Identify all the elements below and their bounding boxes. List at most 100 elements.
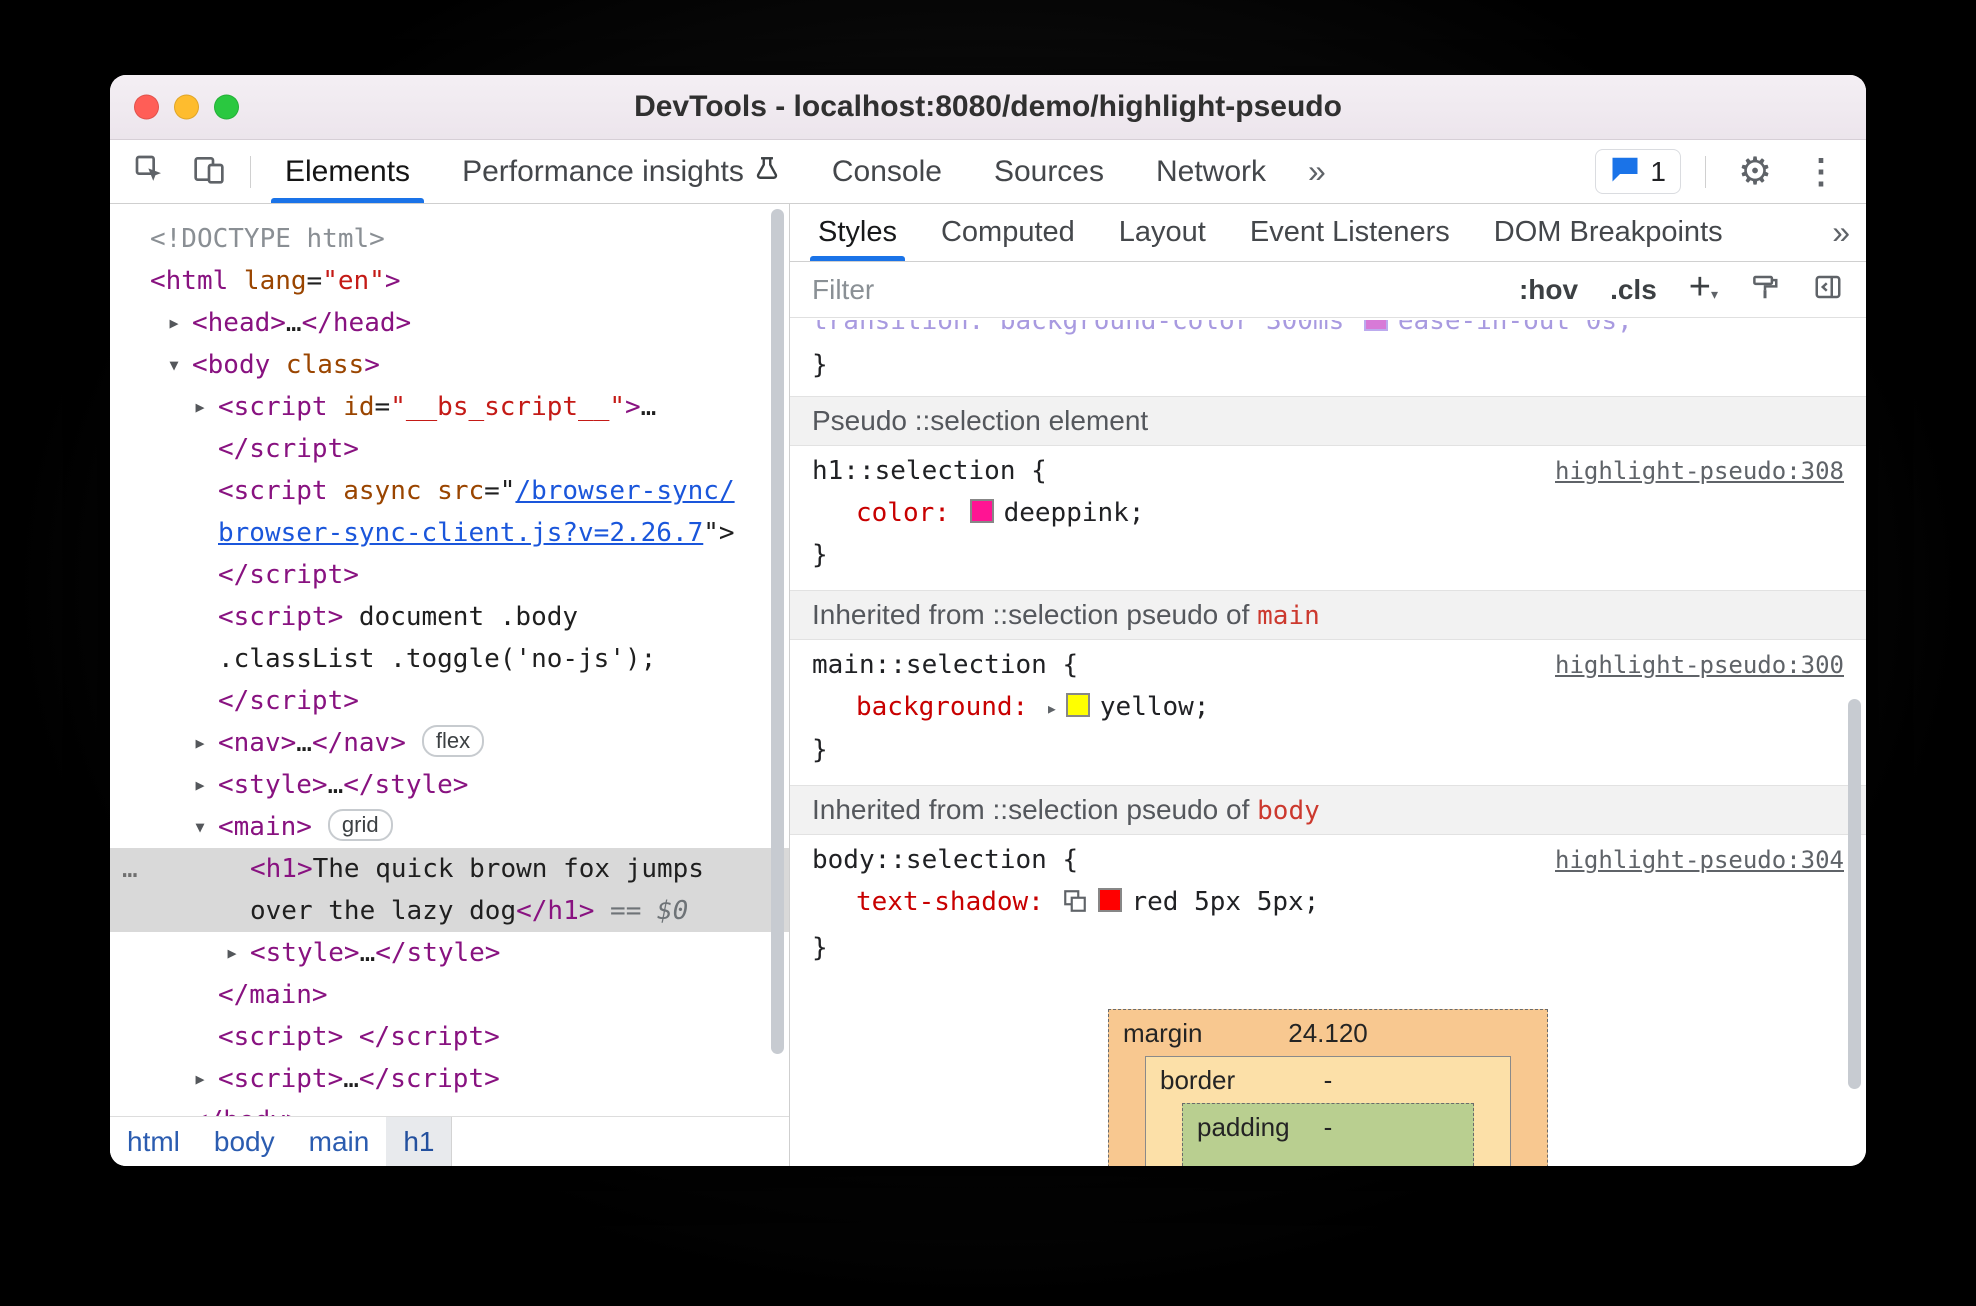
collapse-arrow-icon[interactable]: ▼ [186, 806, 214, 848]
code-plain: = [374, 392, 391, 422]
layout-badge-grid[interactable]: grid [327, 809, 393, 841]
close-button[interactable] [134, 94, 159, 120]
expand-arrow-icon[interactable]: ▶ [160, 302, 188, 344]
expand-arrow-icon[interactable]: ▶ [186, 764, 214, 806]
box-model-padding[interactable]: padding - [1182, 1103, 1474, 1166]
stylesheet-source-link[interactable]: highlight-pseudo:304 [1555, 839, 1844, 881]
layout-badge-flex[interactable]: flex [421, 725, 485, 757]
inspect-element-button[interactable] [124, 149, 174, 195]
tab-network[interactable]: Network [1130, 140, 1292, 203]
css-declaration[interactable]: background: ▸ yellow; [812, 686, 1844, 729]
box-model-content[interactable] [1183, 1150, 1473, 1166]
code-tag: <script> [218, 602, 344, 632]
stylesheet-source-link[interactable]: highlight-pseudo:300 [1555, 644, 1844, 686]
dom-node[interactable]: </body> [110, 1100, 789, 1116]
tab-computed[interactable]: Computed [919, 204, 1097, 261]
margin-top-value[interactable]: 24.120 [1288, 1018, 1368, 1049]
box-model-border[interactable]: border - padding - [1145, 1056, 1511, 1166]
tab-layout[interactable]: Layout [1097, 204, 1228, 261]
border-top-value[interactable]: - [1324, 1065, 1333, 1096]
node-options-dots[interactable]: … [122, 848, 140, 890]
main-menu-button[interactable]: ⋮ [1796, 149, 1846, 195]
gear-icon: ⚙ [1737, 150, 1773, 193]
dom-node[interactable]: <script async src="/browser-sync/browser… [110, 470, 789, 554]
dom-node[interactable]: ▶ <nav>…</nav> flex [110, 722, 789, 764]
css-property-name[interactable]: background: [856, 692, 1028, 722]
styles-scrollbar[interactable] [1848, 699, 1861, 1089]
code-tag: <head> [192, 308, 286, 338]
device-toolbar-button[interactable] [184, 149, 234, 195]
more-tabs-button[interactable]: » [1292, 140, 1342, 203]
expand-arrow-icon[interactable]: ▶ [218, 932, 246, 974]
dom-node[interactable]: ▼ <main> grid [110, 806, 789, 848]
css-selector[interactable]: h1::selection { [812, 450, 1047, 492]
css-property-value[interactable]: yellow; [1100, 692, 1210, 722]
dom-node[interactable]: </main> [110, 974, 789, 1016]
css-property-name[interactable]: color: [856, 498, 950, 528]
css-declaration[interactable]: transition: background-color 300ms ease-… [790, 320, 1866, 342]
expand-arrow-icon[interactable]: ▶ [186, 1058, 214, 1100]
tab-elements[interactable]: Elements [259, 140, 436, 203]
dom-node[interactable]: <!DOCTYPE html> [110, 218, 789, 260]
minimize-button[interactable] [174, 94, 199, 120]
inherited-node-link[interactable]: body [1257, 796, 1320, 826]
breadcrumb-h1[interactable]: h1 [386, 1117, 453, 1166]
dom-node[interactable]: ▶ <style>…</style> [110, 932, 789, 974]
settings-button[interactable]: ⚙ [1730, 149, 1780, 195]
tab-performance-insights[interactable]: Performance insights [436, 140, 806, 203]
dom-node-selected[interactable]: … <h1>The quick brown fox jumps over the l… [110, 848, 789, 932]
color-swatch[interactable] [969, 499, 994, 523]
color-swatch[interactable] [1097, 888, 1122, 912]
styles-filter-input[interactable] [812, 273, 1372, 306]
css-selector[interactable]: main::selection { [812, 644, 1078, 686]
css-declaration[interactable]: text-shadow: red 5px 5px; [812, 881, 1844, 927]
shadow-editor-icon[interactable] [1062, 885, 1088, 927]
tab-event-listeners[interactable]: Event Listeners [1228, 204, 1472, 261]
collapse-arrow-icon[interactable]: ▼ [160, 344, 188, 386]
more-sidebar-tabs-button[interactable]: » [1816, 204, 1866, 261]
tab-dom-breakpoints[interactable]: DOM Breakpoints [1472, 204, 1745, 261]
dom-node[interactable]: <script> document .body .classList .toggl… [110, 596, 789, 680]
padding-top-value[interactable]: - [1324, 1112, 1333, 1143]
css-property-name[interactable]: text-shadow: [856, 887, 1044, 917]
elements-scrollbar[interactable] [771, 209, 784, 1054]
dom-node[interactable]: </script> [110, 554, 789, 596]
dom-node[interactable]: ▶ <style>…</style> [110, 764, 789, 806]
breadcrumb-body[interactable]: body [197, 1117, 292, 1166]
dom-node[interactable]: ▶ <script id="__bs_script__">… [110, 386, 789, 428]
issues-counter-button[interactable]: 1 [1595, 149, 1681, 194]
styles-sidebar: Styles Computed Layout Event Listeners D… [790, 204, 1866, 1166]
breadcrumb-html[interactable]: html [110, 1117, 197, 1166]
dom-node[interactable]: </script> [110, 680, 789, 722]
element-classes-button[interactable]: .cls [1610, 274, 1657, 306]
rule-close-brace: } [812, 933, 828, 963]
dom-node[interactable]: </script> [110, 428, 789, 470]
new-style-rule-button[interactable]: +▾ [1689, 266, 1718, 309]
kebab-menu-icon: ⋮ [1804, 152, 1838, 191]
stylesheet-source-link[interactable]: highlight-pseudo:308 [1555, 450, 1844, 492]
dom-node[interactable]: ▶ <script>…</script> [110, 1058, 789, 1100]
dom-node[interactable]: <script> </script> [110, 1016, 789, 1058]
computed-sidebar-toggle-button[interactable] [1812, 272, 1844, 307]
color-swatch[interactable] [1363, 320, 1388, 331]
breadcrumb-main[interactable]: main [292, 1117, 387, 1166]
dom-node[interactable]: ▶ <head>…</head> [110, 302, 789, 344]
rendering-emulation-button[interactable] [1750, 272, 1780, 307]
color-swatch[interactable] [1065, 693, 1090, 717]
tab-styles[interactable]: Styles [796, 204, 919, 261]
zoom-button[interactable] [214, 94, 239, 120]
expand-shorthand-icon[interactable]: ▸ [1046, 696, 1058, 720]
dom-node[interactable]: ▼ <body class> [110, 344, 789, 386]
expand-arrow-icon[interactable]: ▶ [186, 722, 214, 764]
css-property-value[interactable]: deeppink; [1004, 498, 1145, 528]
box-model-margin[interactable]: margin 24.120 border - padding - [1108, 1009, 1548, 1166]
inherited-node-link[interactable]: main [1257, 601, 1320, 631]
toggle-element-state-button[interactable]: :hov [1519, 274, 1578, 306]
css-declaration[interactable]: color: deeppink; [812, 492, 1844, 534]
css-selector[interactable]: body::selection { [812, 839, 1078, 881]
tab-sources[interactable]: Sources [968, 140, 1130, 203]
expand-arrow-icon[interactable]: ▶ [186, 386, 214, 428]
css-property-value[interactable]: red 5px 5px; [1132, 887, 1320, 917]
tab-console[interactable]: Console [806, 140, 968, 203]
dom-node[interactable]: <html lang="en"> [110, 260, 789, 302]
